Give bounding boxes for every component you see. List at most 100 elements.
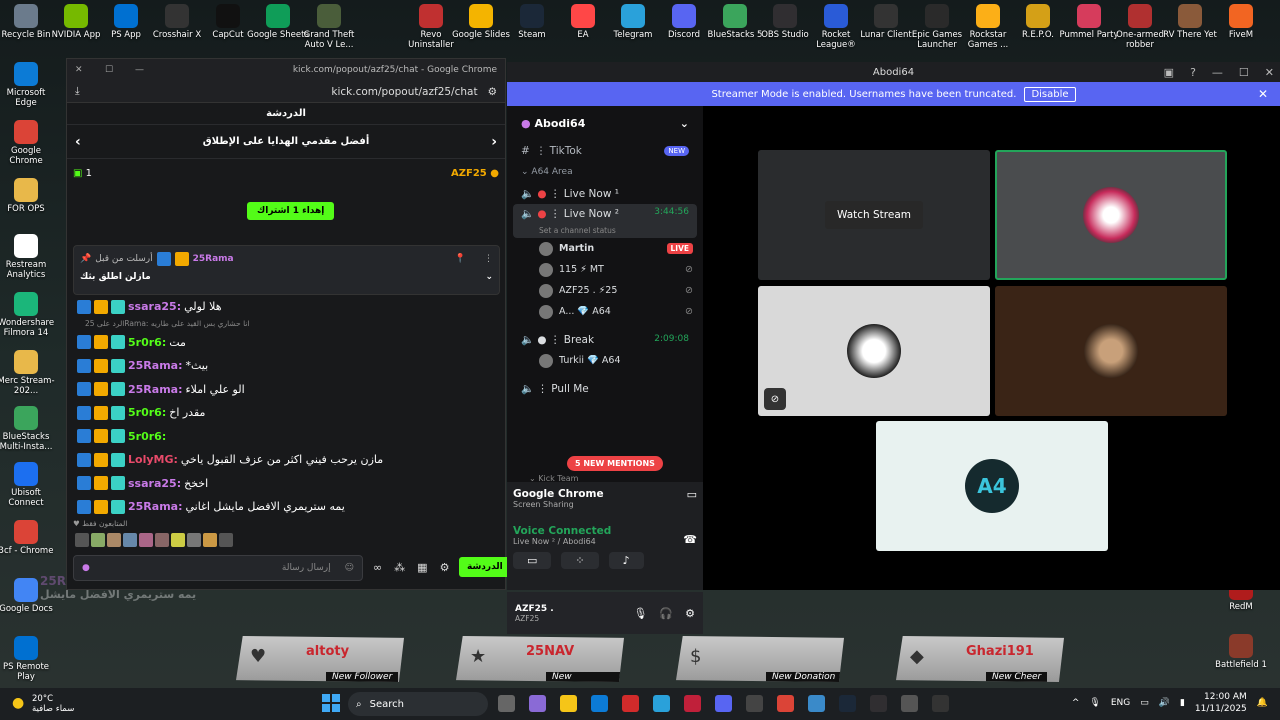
- chat-message[interactable]: 5r0r6: مقدر اخ: [77, 401, 497, 425]
- maximize-icon[interactable]: ☐: [105, 65, 135, 75]
- chevron-up-icon[interactable]: ^: [1072, 698, 1080, 708]
- category-label[interactable]: ⌄ A64 Area: [507, 162, 703, 182]
- widgets-icon[interactable]: [529, 695, 546, 712]
- download-icon[interactable]: ⤓: [75, 85, 80, 98]
- desktop-icon-obs-studio[interactable]: OBS Studio: [759, 4, 811, 50]
- infinity-icon[interactable]: ∞: [373, 561, 382, 574]
- desktop-icon-rv-there-yet[interactable]: RV There Yet: [1163, 4, 1217, 50]
- chat-message[interactable]: 5r0r6: مت: [77, 331, 497, 355]
- desktop-icon-microsoft-edge[interactable]: Microsoft Edge: [0, 62, 52, 108]
- chat-input[interactable]: ● إرسال رسالة ☺: [73, 555, 363, 581]
- chat-message[interactable]: 25Rama: *بيث: [77, 354, 497, 378]
- avatar[interactable]: [123, 533, 137, 547]
- clock[interactable]: 12:00 AM 11/11/2025: [1195, 691, 1247, 715]
- desktop-icon-google-chrome[interactable]: Google Chrome: [0, 120, 52, 166]
- settings-icon[interactable]: ⚙: [488, 86, 497, 98]
- desktop-icon-for-ops[interactable]: FOR OPS: [0, 178, 52, 224]
- disable-button[interactable]: Disable: [1024, 86, 1076, 102]
- task-view-icon[interactable]: [498, 695, 515, 712]
- chat-username[interactable]: 25Rama:: [128, 359, 183, 372]
- server-header[interactable]: ● Abodi64 ⌄: [507, 106, 703, 140]
- send-button[interactable]: الدردشة: [459, 557, 511, 577]
- chat-username[interactable]: LolyMG:: [128, 453, 178, 466]
- channel-tiktok[interactable]: # ⋮ TikTok NEW: [507, 140, 703, 162]
- chevron-down-icon[interactable]: ⌄: [485, 272, 493, 282]
- chat-message[interactable]: LolyMG: مازن يرحب فيني اكثر من عزف القبو…: [77, 448, 497, 472]
- close-icon[interactable]: ✕: [1265, 66, 1274, 79]
- voice-channel-live1[interactable]: 🔈 ● ⋮ Live Now ¹: [507, 182, 703, 204]
- chat-username[interactable]: 5r0r6:: [128, 430, 166, 443]
- disconnect-icon[interactable]: ☎: [683, 533, 697, 546]
- app-icon[interactable]: [901, 695, 918, 712]
- app-icon[interactable]: [808, 695, 825, 712]
- new-mentions-pill[interactable]: 5 NEW MENTIONS: [567, 456, 663, 471]
- gift-sub-button[interactable]: إهداء 1 اشتراك: [247, 202, 335, 220]
- desktop-icon-epic-games-launcher[interactable]: Epic Games Launcher: [911, 4, 963, 50]
- start-icon[interactable]: [322, 694, 340, 712]
- user-tile[interactable]: ⊘: [758, 286, 990, 416]
- avatar[interactable]: [139, 533, 153, 547]
- desktop-icon-restream-analytics[interactable]: Restream Analytics: [0, 234, 52, 280]
- avatar[interactable]: [203, 533, 217, 547]
- desktop-icon-ps-remote-play[interactable]: PS Remote Play: [0, 636, 52, 682]
- desktop-icon-ps-app[interactable]: PS App: [100, 4, 152, 50]
- desktop-icon-bluestacks-multi-insta[interactable]: BlueStacks Multi-Insta...: [0, 406, 52, 452]
- desktop-icon-merc-stream-202[interactable]: Merc Stream-202...: [0, 350, 55, 396]
- desktop-icon-fivem[interactable]: FiveM: [1215, 4, 1267, 50]
- chat-username[interactable]: 5r0r6:: [128, 406, 166, 419]
- soundboard-icon[interactable]: ♪: [608, 552, 644, 569]
- discord-icon[interactable]: [715, 695, 732, 712]
- screen-off-icon[interactable]: ⊘: [764, 388, 786, 410]
- chat-username[interactable]: 25Rama:: [128, 383, 183, 396]
- chat-username[interactable]: 25Rama:: [128, 500, 183, 513]
- voice-user[interactable]: A... 💎 A64 ⊘: [507, 301, 703, 322]
- terminal-icon[interactable]: [932, 695, 949, 712]
- app-icon[interactable]: [622, 695, 639, 712]
- notification-icon[interactable]: 🔔: [1257, 698, 1268, 708]
- mic-icon[interactable]: ●: [82, 563, 90, 573]
- emoji-icon[interactable]: ☺: [345, 563, 354, 573]
- headset-icon[interactable]: 🎧: [659, 607, 673, 620]
- desktop-icon-3cf-chrome[interactable]: 3cf - Chrome: [0, 520, 53, 566]
- chat-message[interactable]: ssara25: هلا لولي: [77, 295, 497, 319]
- chat-username[interactable]: ssara25:: [128, 300, 181, 313]
- desktop-icon-telegram[interactable]: Telegram: [607, 4, 659, 50]
- screen-share-icon[interactable]: ▭: [687, 488, 697, 509]
- minimize-icon[interactable]: —: [1212, 66, 1223, 79]
- channel-status[interactable]: Set a channel status: [521, 226, 616, 235]
- user-tile[interactable]: [995, 286, 1227, 416]
- help-icon[interactable]: ?: [1190, 66, 1196, 79]
- voice-user[interactable]: Martin LIVE: [507, 238, 703, 259]
- app-icon[interactable]: [684, 695, 701, 712]
- mic-icon[interactable]: 🎙: [1089, 698, 1100, 708]
- stream-tile[interactable]: Watch Stream: [758, 150, 990, 280]
- chat-message[interactable]: ssara25: اخخخ: [77, 472, 497, 496]
- desktop-icon-crosshair-x[interactable]: Crosshair X: [151, 4, 203, 50]
- settings-icon[interactable]: ⚙: [440, 561, 450, 574]
- activity-icon[interactable]: ⁘: [561, 552, 599, 569]
- chevron-right-icon[interactable]: ›: [491, 134, 497, 150]
- inbox-icon[interactable]: ▣: [1164, 66, 1174, 79]
- voice-channel-break[interactable]: 🔈 ● ⋮ Break 2:09:08: [507, 328, 703, 350]
- avatar[interactable]: [187, 533, 201, 547]
- voice-channel-live2[interactable]: 🔈 ● ⋮ Live Now ² 3:44:56 Set a channel s…: [513, 204, 697, 238]
- close-icon[interactable]: ✕: [1258, 87, 1268, 101]
- steam-icon[interactable]: [839, 695, 856, 712]
- desktop-icon-google-sheets[interactable]: Google Sheets: [247, 4, 309, 50]
- obs-icon[interactable]: [870, 695, 887, 712]
- chat-message[interactable]: 5r0r6:: [77, 425, 497, 449]
- chat-message[interactable]: 25Rama: يمه ستريمري الافضل مايشل اغاني: [77, 495, 497, 519]
- network-icon[interactable]: ▭: [1140, 698, 1149, 708]
- search-box[interactable]: ⌕ Search: [348, 692, 488, 716]
- more-icon[interactable]: ⋮: [484, 254, 493, 264]
- kicks-icon[interactable]: ⁂: [394, 561, 405, 574]
- voice-connected[interactable]: Voice Connected: [513, 525, 611, 537]
- user-tile-speaking[interactable]: [995, 150, 1227, 280]
- user-name[interactable]: AZF25 .: [515, 604, 554, 614]
- weather-widget[interactable]: 20°C سماء صافية: [32, 694, 74, 714]
- desktop-icon-pummel-party[interactable]: Pummel Party: [1059, 4, 1119, 50]
- voice-user[interactable]: Turkii 💎 A64: [507, 350, 703, 371]
- url-text[interactable]: kick.com/popout/azf25/chat: [331, 86, 477, 98]
- gift-shop-icon[interactable]: ▦: [417, 561, 427, 574]
- chevron-left-icon[interactable]: ‹: [75, 134, 81, 150]
